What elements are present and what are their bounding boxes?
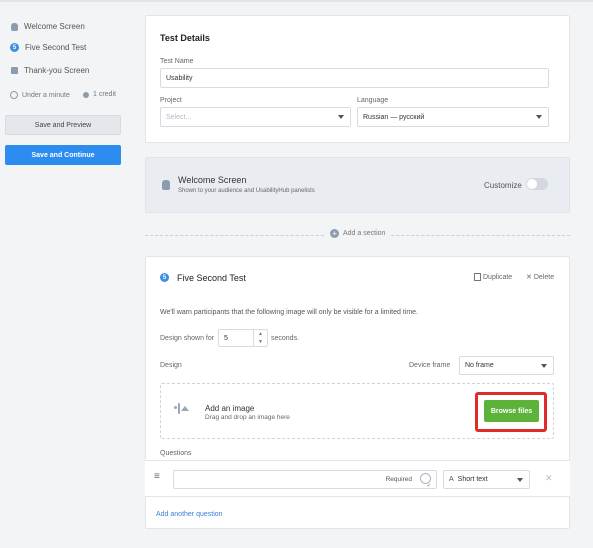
test-details-title: Test Details [160,33,210,43]
add-image-title: Add an image [205,404,255,413]
customize-toggle[interactable] [526,178,548,190]
save-and-preview-button[interactable]: Save and Preview [5,115,121,135]
delete-label: Delete [533,273,555,281]
delete-button[interactable]: ✕ Delete [526,273,555,282]
stepper-arrows-icon[interactable]: ▲ ▼ [253,330,267,346]
test-name-input[interactable]: Usability [160,68,549,88]
five-second-test-title: Five Second Test [177,273,246,283]
answer-type-select[interactable]: A Short text [443,470,530,489]
wave-hand-icon [162,180,170,190]
language-select[interactable]: Russian — русский [357,107,549,127]
plus-icon: + [330,229,339,238]
text-type-icon: A [449,476,454,483]
device-frame-value: No frame [465,362,494,369]
duration-info: Under a minute [10,91,70,99]
test-details-card: Test Details Test Name Usability Project… [145,15,570,143]
five-badge-icon: 5 [10,43,19,52]
required-label: Required [385,476,412,483]
browse-files-button[interactable]: Browse files [484,400,539,422]
sidebar-item-label: Five Second Test [25,43,87,52]
five-second-test-card: 5 Five Second Test Duplicate ✕ Delete We… [145,256,570,529]
chevron-down-icon [536,115,542,119]
chevron-down-icon [517,477,523,482]
remove-question-icon[interactable]: ✕ [545,473,553,484]
add-another-question-link[interactable]: Add another question [156,511,223,518]
sidebar-item-thank-you-screen[interactable]: Thank-you Screen [10,66,89,75]
welcome-screen-subtitle: Shown to your audience and UsabilityHub … [178,188,315,194]
sidebar-item-label: Welcome Screen [24,22,85,31]
test-name-label: Test Name [160,58,194,65]
customize-label: Customize [484,181,522,190]
question-text-input[interactable]: Required ✓ [173,470,437,489]
clock-icon [10,91,18,99]
image-dropzone[interactable]: Add an image Drag and drop an image here… [160,383,554,439]
project-label: Project [160,97,182,104]
wave-hand-icon [10,22,18,31]
image-icon [178,403,180,414]
sidebar-item-label: Thank-you Screen [24,66,90,75]
design-label: Design [160,362,182,369]
copy-icon [474,273,481,281]
sidebar-item-five-second-test[interactable]: 5 Five Second Test [10,43,86,52]
test-name-value: Usability [166,74,193,82]
language-label: Language [357,97,389,104]
sidebar-item-welcome-screen[interactable]: Welcome Screen [10,22,85,31]
duplicate-label: Duplicate [483,273,513,281]
welcome-screen-card[interactable]: Welcome Screen Shown to your audience an… [145,157,570,213]
credit-text: 1 credit [93,91,116,98]
five-second-description: We'll warn participants that the followi… [160,309,418,316]
coin-icon [83,91,89,98]
questions-label: Questions [160,450,192,457]
seconds-label: seconds. [271,335,300,342]
add-section-button[interactable]: + Add a section [326,229,390,238]
thumbs-up-icon [10,67,18,75]
chevron-down-icon [338,115,344,119]
language-value: Russian — русский [363,113,425,121]
welcome-screen-title: Welcome Screen [178,175,247,185]
question-row: ≡ Required ✓ A Short text ✕ [145,460,570,497]
credit-info: 1 credit [83,91,116,98]
device-frame-select[interactable]: No frame [459,356,554,375]
design-shown-for-label: Design shown for [160,335,215,342]
drag-handle-icon[interactable]: ≡ [154,472,160,482]
answer-type-value: Short text [457,476,488,483]
project-select[interactable]: Select... [160,107,351,127]
close-icon: ✕ [526,274,532,281]
five-badge-icon: 5 [160,273,169,282]
seconds-stepper[interactable]: 5 ▲ ▼ [218,329,268,347]
check-icon: ✓ [426,483,431,489]
add-section-label: Add a section [343,230,386,237]
device-frame-label: Device frame [409,362,451,369]
top-border [0,0,593,2]
chevron-down-icon [541,363,547,368]
seconds-value: 5 [224,334,228,342]
duration-text: Under a minute [22,91,70,99]
add-image-subtitle: Drag and drop an image here [205,414,290,421]
project-placeholder: Select... [166,113,192,121]
save-and-continue-button[interactable]: Save and Continue [5,145,121,165]
duplicate-button[interactable]: Duplicate [474,273,512,281]
